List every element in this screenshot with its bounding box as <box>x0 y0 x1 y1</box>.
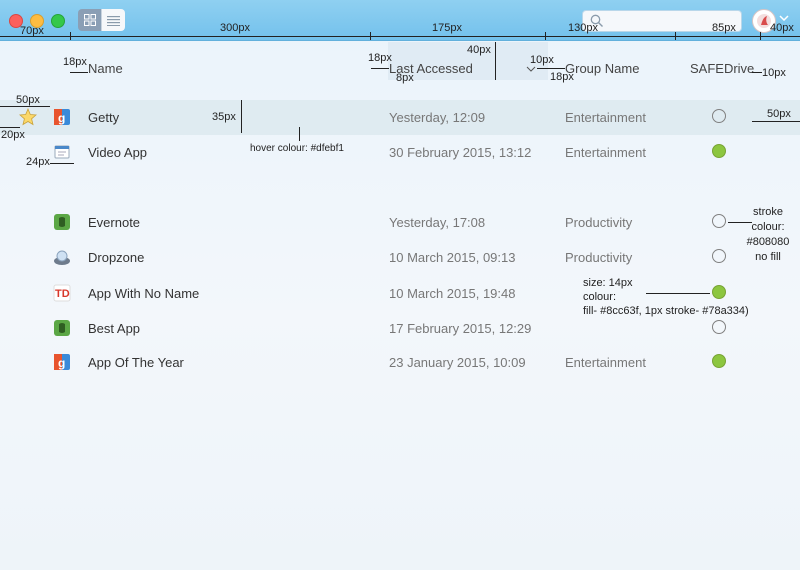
spacing-label: 50px <box>767 108 791 120</box>
guide-tick <box>545 32 546 40</box>
app-icon: g <box>53 353 71 371</box>
group-name: Entertainment <box>565 145 646 160</box>
guide-label: 175px <box>432 22 462 34</box>
app-name: App With No Name <box>88 286 200 301</box>
table-row[interactable]: Video App 30 February 2015, 13:12 Entertai… <box>0 135 800 170</box>
spacing-guide <box>50 163 74 164</box>
guide-tick <box>760 32 761 40</box>
guide-tick <box>70 32 71 40</box>
spacing-guide <box>371 68 389 69</box>
guide-label: 40px <box>770 22 794 34</box>
svg-text:g: g <box>58 111 65 125</box>
app-icon <box>53 319 71 337</box>
spacing-label: 40px <box>467 44 491 56</box>
spacing-guide <box>537 68 547 69</box>
group-name: Productivity <box>565 250 633 265</box>
stroke-note: stroke colour: #808080 no fill <box>738 205 798 265</box>
guide-tick <box>370 32 371 40</box>
title-bar <box>0 0 800 41</box>
note-line: colour: <box>751 221 785 233</box>
note-line: #808080 <box>746 236 790 248</box>
grid-view-button[interactable] <box>78 9 101 31</box>
header-height-guide <box>495 42 496 80</box>
column-header-group-name[interactable]: Group Name <box>565 61 639 76</box>
spacing-label: 8px <box>396 72 414 84</box>
svg-text:TD: TD <box>55 288 70 300</box>
spacing-label: 10px <box>762 67 786 79</box>
app-name: Dropzone <box>88 250 145 265</box>
spacing-label: 18px <box>63 56 87 68</box>
spacing-guide <box>752 121 800 122</box>
group-name: Entertainment <box>565 355 646 370</box>
table-row[interactable]: Dropzone 10 March 2015, 09:13 Productivity <box>0 240 800 275</box>
app-icon <box>53 248 71 266</box>
app-icon: g <box>53 108 71 126</box>
spacing-label: 18px <box>550 71 574 83</box>
column-width-guide <box>0 36 800 37</box>
list-icon <box>107 15 120 26</box>
table-row[interactable]: Evernote Yesterday, 17:08 Productivity <box>0 205 800 240</box>
app-name: Best App <box>88 321 141 336</box>
guide-label: 300px <box>220 22 250 34</box>
note-line: no fill <box>755 251 781 263</box>
safedrive-enabled-indicator[interactable] <box>712 354 726 368</box>
column-header-name[interactable]: Name <box>88 61 123 76</box>
hover-note: hover colour: #dfebf1 <box>250 143 344 154</box>
group-name: Entertainment <box>565 110 646 125</box>
sort-chevron-icon[interactable] <box>526 66 536 72</box>
pointer-guide <box>299 127 300 141</box>
note-line: stroke <box>753 206 783 218</box>
table-row[interactable]: g Getty Yesterday, 12:09 Entertainment <box>0 100 800 135</box>
spacing-label: 50px <box>16 94 40 106</box>
spacing-label: 10px <box>530 54 554 66</box>
last-accessed: 23 January 2015, 10:09 <box>389 355 526 370</box>
view-mode-toggle <box>78 9 125 31</box>
safedrive-disabled-indicator[interactable] <box>712 214 726 228</box>
guide-label: 70px <box>20 25 44 37</box>
app-name: Video App <box>88 145 148 160</box>
note-line: size: 14px <box>583 277 633 289</box>
safedrive-disabled-indicator[interactable] <box>712 320 726 334</box>
column-header-safedrive[interactable]: SAFEDrive <box>690 61 754 76</box>
group-name: Productivity <box>565 215 633 230</box>
spacing-label: 35px <box>212 111 236 123</box>
spacing-label: 20px <box>1 129 25 141</box>
safedrive-disabled-indicator[interactable] <box>712 109 726 123</box>
guide-tick <box>675 32 676 40</box>
last-accessed: Yesterday, 12:09 <box>389 110 486 125</box>
spacing-guide <box>0 127 20 128</box>
spacing-label: 24px <box>26 156 50 168</box>
app-icon <box>53 213 71 231</box>
app-name: Evernote <box>88 215 141 230</box>
spacing-guide <box>547 68 565 69</box>
guide-label: 85px <box>712 22 736 34</box>
spacing-guide <box>752 72 762 73</box>
svg-text:g: g <box>58 356 65 370</box>
app-icon: TD <box>53 284 71 302</box>
table-row[interactable]: g App Of The Year 23 January 2015, 10:09 En… <box>0 345 800 380</box>
note-line: fill- #8cc63f, 1px stroke- #78a334) <box>583 305 749 317</box>
row-height-guide <box>241 100 242 133</box>
safedrive-disabled-indicator[interactable] <box>712 249 726 263</box>
grid-icon <box>83 14 96 26</box>
last-accessed: Yesterday, 17:08 <box>389 215 486 230</box>
last-accessed: 10 March 2015, 09:13 <box>389 250 516 265</box>
guide-label: 130px <box>568 22 598 34</box>
chevron-down-icon[interactable] <box>779 15 789 21</box>
size-note: size: 14px colour: fill- #8cc63f, 1px st… <box>583 276 749 318</box>
last-accessed: 10 March 2015, 19:48 <box>389 286 516 301</box>
app-icon <box>53 143 71 161</box>
star-icon[interactable] <box>19 107 37 131</box>
last-accessed: 17 February 2015, 12:29 <box>389 321 532 336</box>
last-accessed: 30 February 2015, 13:12 <box>389 145 532 160</box>
safedrive-enabled-indicator[interactable] <box>712 144 726 158</box>
spacing-label: 18px <box>368 52 392 64</box>
spacing-guide <box>0 106 50 107</box>
app-name: Getty <box>88 110 120 125</box>
spacing-guide <box>70 72 88 73</box>
app-name: App Of The Year <box>88 355 184 370</box>
note-line: colour: <box>583 291 617 303</box>
zoom-window-button[interactable] <box>51 14 65 28</box>
list-view-button[interactable] <box>101 9 125 31</box>
